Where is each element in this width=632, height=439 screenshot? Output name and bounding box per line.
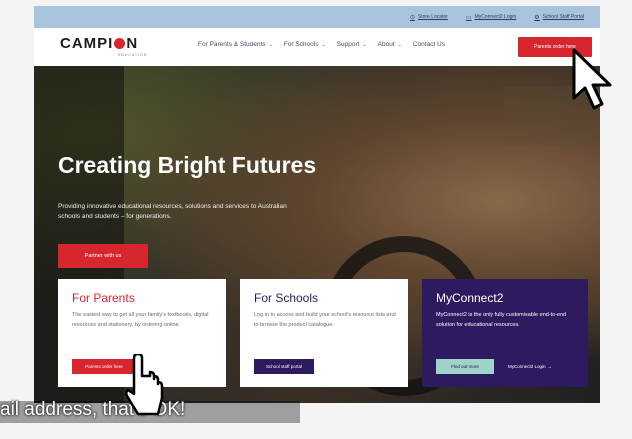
nav-contact-us[interactable]: Contact Us xyxy=(413,41,445,48)
nav-about[interactable]: About ⌄ xyxy=(378,41,402,48)
hero-section: Creating Bright Futures Providing innova… xyxy=(34,66,600,403)
arrow-right-icon: → xyxy=(547,364,553,369)
logo-text-end: N xyxy=(126,35,139,52)
nav-label: About xyxy=(377,41,395,48)
nav-support[interactable]: Support ⌄ xyxy=(337,41,367,48)
logo-dot-icon xyxy=(114,38,126,49)
logo-wordmark: CAMPI N xyxy=(60,35,160,52)
nav-label: For Parents & Students xyxy=(198,41,266,48)
nav-label: Support xyxy=(336,41,360,48)
school-staff-portal-button[interactable]: School staff portal xyxy=(254,359,314,374)
myconnect2-login-link[interactable]: ▭ MyConnect2 Login xyxy=(466,14,516,21)
chevron-down-icon: ⌄ xyxy=(362,41,367,48)
card-text: Log in to access and build your school's… xyxy=(254,312,396,328)
hero-title: Creating Bright Futures xyxy=(58,152,317,178)
myconnect2-login-label: MyConnect2 Login xyxy=(474,14,517,20)
logo-text-start: CAMPI xyxy=(60,35,114,52)
card-text: MyConnect2 is the only fully customisabl… xyxy=(436,312,567,328)
nav-label: Contact Us xyxy=(412,41,445,48)
find-out-more-button[interactable]: Find out more xyxy=(436,359,494,374)
school-staff-portal-label: School Staff Portal xyxy=(542,14,584,20)
screen-icon: ▭ xyxy=(465,14,472,21)
logo-subtitle: EDUCATION xyxy=(118,53,148,57)
screenshot: ⊙ Store Locator ▭ MyConnect2 Login ⚙ Sch… xyxy=(0,0,632,439)
card-title: MyConnect2 xyxy=(436,291,504,305)
card-title: For Parents xyxy=(72,291,135,305)
chevron-down-icon: ⌄ xyxy=(397,41,402,48)
partner-with-us-button[interactable]: Partner with us xyxy=(58,244,148,268)
hand-pointer-icon xyxy=(124,354,164,416)
nav-parents-students[interactable]: For Parents & Students ⌄ xyxy=(198,41,273,48)
mouse-cursor-icon xyxy=(572,48,612,110)
hero-description: Providing innovative educational resourc… xyxy=(58,203,287,220)
card-title: For Schools xyxy=(254,291,319,305)
main-nav: For Parents & Students ⌄ For Schools ⌄ S… xyxy=(198,41,445,48)
chevron-down-icon: ⌄ xyxy=(268,41,273,48)
myconnect2-login-text: MyConnect2 Login xyxy=(508,364,546,369)
card-text: The easiest way to get all your family's… xyxy=(72,312,209,328)
utility-bar: ⊙ Store Locator ▭ MyConnect2 Login ⚙ Sch… xyxy=(34,6,600,28)
nav-label: For Schools xyxy=(283,41,319,48)
card-myconnect2: MyConnect2 MyConnect2 is the only fully … xyxy=(422,279,588,387)
chevron-down-icon: ⌄ xyxy=(321,41,326,48)
store-locator-link[interactable]: ⊙ Store Locator xyxy=(410,14,448,21)
store-locator-label: Store Locator xyxy=(417,14,448,20)
gear-icon: ⚙ xyxy=(534,14,540,21)
school-staff-portal-link[interactable]: ⚙ School Staff Portal xyxy=(534,14,584,21)
myconnect2-login-button[interactable]: MyConnect2 Login → xyxy=(508,359,552,374)
site-header: CAMPI N EDUCATION For Parents & Students… xyxy=(34,28,600,66)
pin-icon: ⊙ xyxy=(409,14,415,21)
campion-logo[interactable]: CAMPI N EDUCATION xyxy=(60,35,160,61)
nav-for-schools[interactable]: For Schools ⌄ xyxy=(284,41,326,48)
card-for-schools: For Schools Log in to access and build y… xyxy=(240,279,408,387)
